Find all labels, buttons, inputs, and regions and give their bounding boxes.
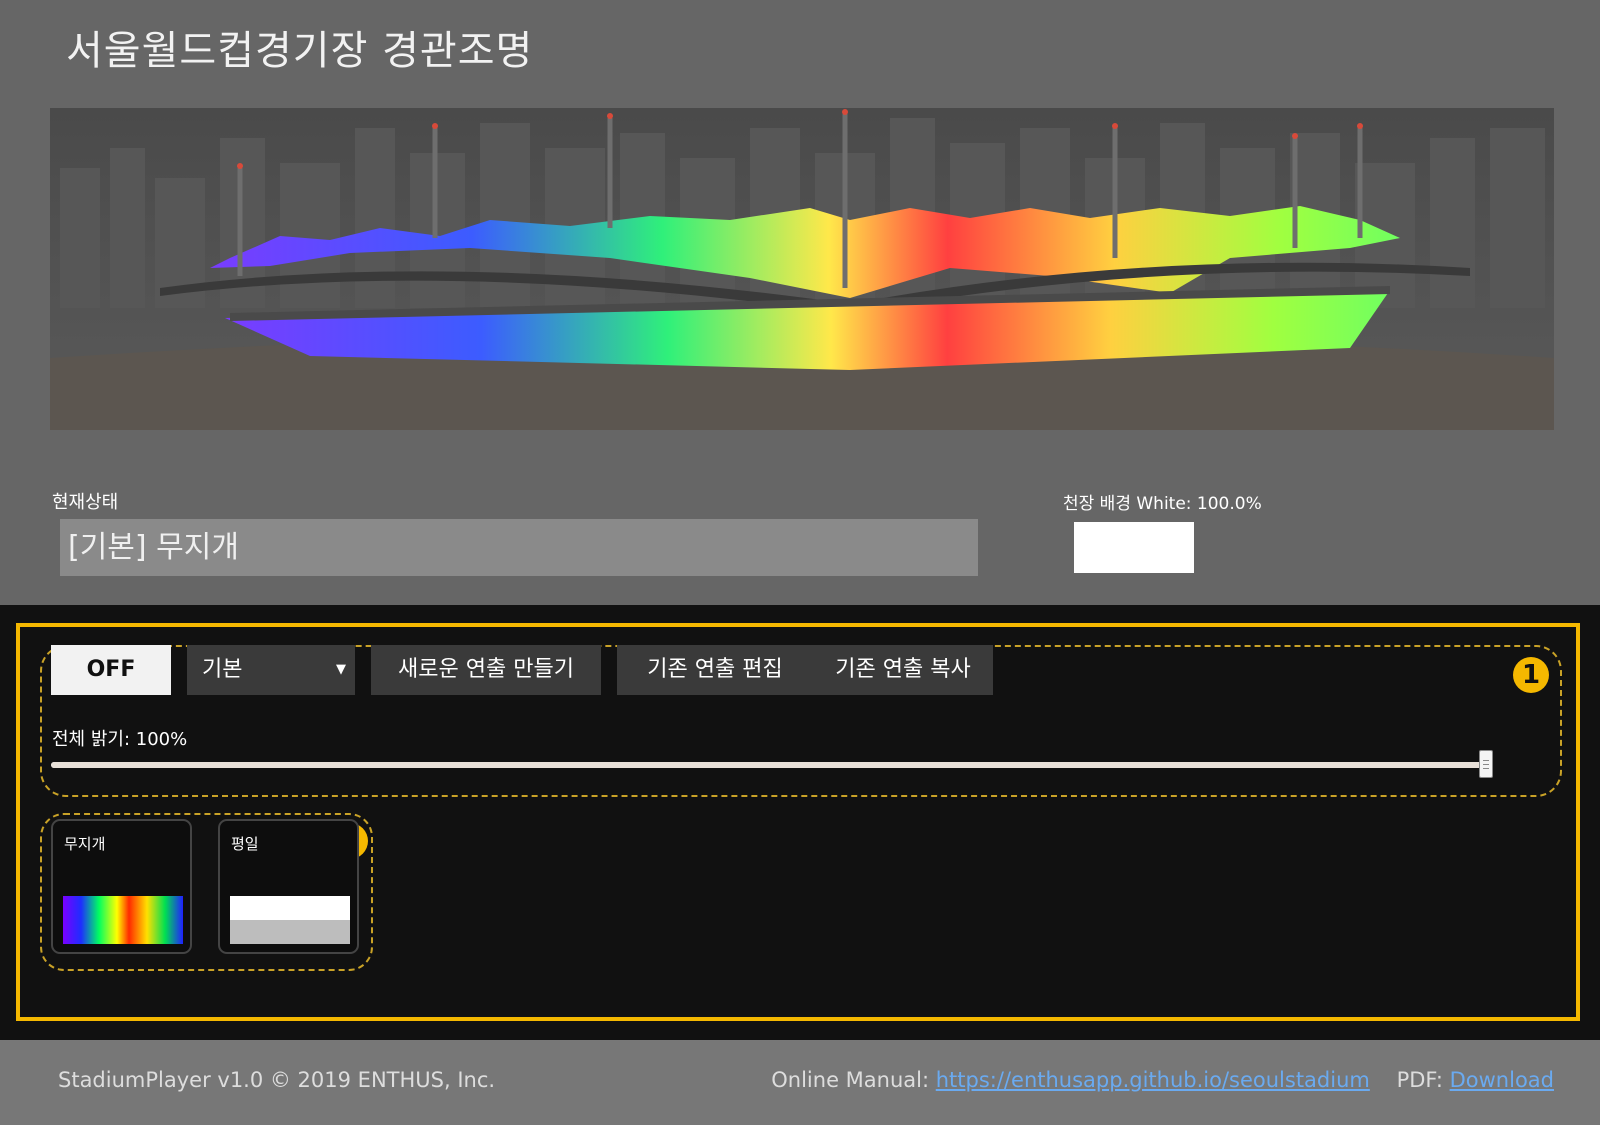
brightness-label: 전체 밝기: 100%: [52, 729, 188, 750]
weekday-swatch: [230, 896, 350, 944]
pdf-label: PDF:: [1396, 1068, 1443, 1092]
current-status-field: [기본] 무지개: [60, 519, 978, 576]
brightness-slider[interactable]: [51, 750, 1493, 778]
copy-show-button[interactable]: 기존 연출 복사: [813, 645, 993, 695]
dropdown-caret-icon: ▼: [336, 662, 346, 677]
off-button[interactable]: OFF: [51, 645, 171, 695]
brightness-slider-fill: [51, 762, 1486, 768]
copyright-text: StadiumPlayer v1.0 © 2019 ENTHUS, Inc.: [58, 1068, 496, 1092]
ceiling-color-swatch[interactable]: [1074, 522, 1194, 573]
callout-badge-1: 1: [1513, 657, 1549, 693]
group-select-value: 기본: [202, 657, 243, 682]
preset-card-weekday[interactable]: 평일: [218, 819, 359, 954]
preset-card-rainbow[interactable]: 무지개: [51, 819, 192, 954]
manual-label: Online Manual:: [771, 1068, 930, 1092]
preset-name: 평일: [231, 835, 259, 853]
stadium-photo: [50, 108, 1554, 430]
edit-show-button[interactable]: 기존 연출 편집: [617, 645, 813, 695]
app-title: 서울월드컵경기장 경관조명: [66, 28, 534, 74]
pdf-download-link[interactable]: Download: [1450, 1068, 1554, 1092]
rainbow-swatch: [63, 896, 183, 944]
current-status-label: 현재상태: [52, 492, 119, 513]
preset-name: 무지개: [64, 835, 106, 853]
manual-info: Online Manual: https://enthusapp.github.…: [771, 1068, 1554, 1092]
manual-link[interactable]: https://enthusapp.github.io/seoulstadium: [936, 1068, 1370, 1092]
group-select[interactable]: 기본 ▼: [187, 645, 355, 695]
control-panel: 1 2 OFF 기본 ▼ 새로운 연출 만들기 기존 연출 편집 기존 연출 복…: [0, 605, 1600, 1040]
footer: StadiumPlayer v1.0 © 2019 ENTHUS, Inc. O…: [0, 1040, 1600, 1125]
new-show-button[interactable]: 새로운 연출 만들기: [371, 645, 601, 695]
brightness-slider-thumb[interactable]: [1479, 750, 1493, 778]
ceiling-background-label: 천장 배경 White: 100.0%: [1063, 494, 1262, 514]
